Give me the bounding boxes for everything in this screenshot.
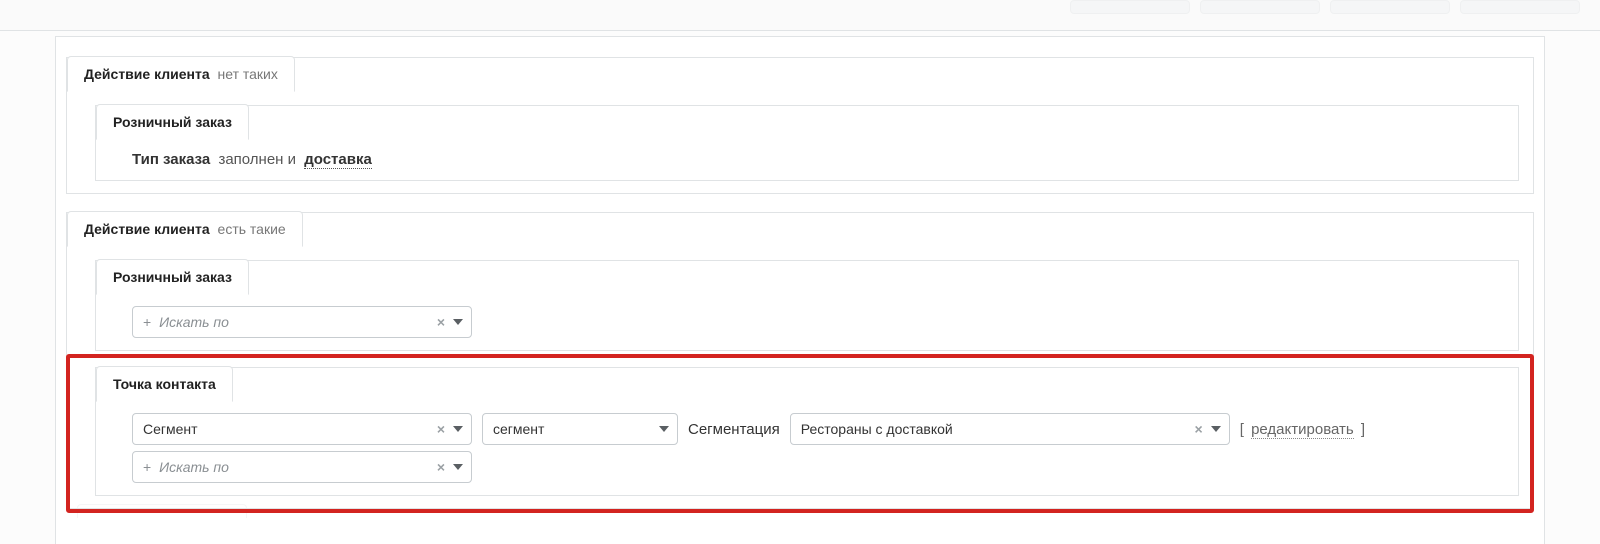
field-select-value: Сегмент [143,421,198,437]
section-suffix: нет таких [218,66,278,82]
field-select[interactable]: Сегмент × [132,413,472,445]
rule-line: Тип заказа заполнен и доставка [96,141,1518,168]
section-client-action-exists: Действие клиента есть такие Розничный за… [66,212,1534,509]
segmentation-label: Сегментация [688,421,780,438]
edit-link-text[interactable]: редактировать [1251,421,1354,439]
subgroup-tab[interactable]: Точка контакта [96,366,233,402]
search-placeholder: Искать по [159,314,229,330]
contact-row-2: + Искать по × [96,445,1518,483]
value-select[interactable]: Рестораны с доставкой × [790,413,1230,445]
chevron-down-icon[interactable] [453,319,463,325]
chevron-down-icon[interactable] [453,464,463,470]
clear-icon[interactable]: × [437,421,445,437]
edit-link[interactable]: [ редактировать ] [1240,421,1365,438]
subgroup-tab[interactable]: Розничный заказ [96,104,249,140]
rule-value[interactable]: доставка [304,151,372,169]
clear-icon[interactable]: × [437,314,445,330]
search-by-combo[interactable]: + Искать по × [132,451,472,483]
section-title: Действие клиента [84,66,210,82]
rule-field: Тип заказа [132,151,210,168]
top-toolbar [1070,0,1580,22]
section-tab[interactable]: Действие клиента есть такие [67,211,303,247]
bracket-open: [ [1240,421,1244,438]
chevron-down-icon[interactable] [453,426,463,432]
search-by-combo[interactable]: + Искать по × [132,306,472,338]
section-tab[interactable]: Действие клиента нет таких [67,56,295,92]
value-select-value: Рестораны с доставкой [801,421,953,437]
subgroup-tab[interactable]: Розничный заказ [96,259,249,295]
toolbar-button[interactable] [1070,0,1190,14]
toolbar-button[interactable] [1460,0,1580,14]
search-prefix: + [143,314,151,330]
ghost-tab [77,504,247,518]
toolbar-button[interactable] [1330,0,1450,14]
toolbar-button[interactable] [1200,0,1320,14]
section-suffix: есть такие [218,221,286,237]
section-title: Действие клиента [84,221,210,237]
subgroup-retail-order: Розничный заказ Тип заказа заполнен и до… [95,105,1519,181]
section-client-action-none: Действие клиента нет таких Розничный зак… [66,57,1534,194]
builder-container: Действие клиента нет таких Розничный зак… [55,36,1545,544]
rule-op: заполнен и [218,151,296,168]
subgroup-retail-order: Розничный заказ + Искать по × [95,260,1519,351]
bracket-close: ] [1361,421,1365,438]
contact-row-1: Сегмент × сегмент Сегментация [96,403,1518,445]
search-placeholder: Искать по [159,459,229,475]
clear-icon[interactable]: × [437,459,445,475]
clear-icon[interactable]: × [1195,421,1203,437]
page-frame: Действие клиента нет таких Розничный зак… [0,30,1600,544]
subgroup-contact-point: Точка контакта Сегмент × сегмент [95,367,1519,496]
chevron-down-icon[interactable] [659,426,669,432]
retail-search-row: + Искать по × [96,296,1518,338]
operator-select[interactable]: сегмент [482,413,678,445]
operator-select-value: сегмент [493,421,544,437]
chevron-down-icon[interactable] [1211,426,1221,432]
search-prefix: + [143,459,151,475]
